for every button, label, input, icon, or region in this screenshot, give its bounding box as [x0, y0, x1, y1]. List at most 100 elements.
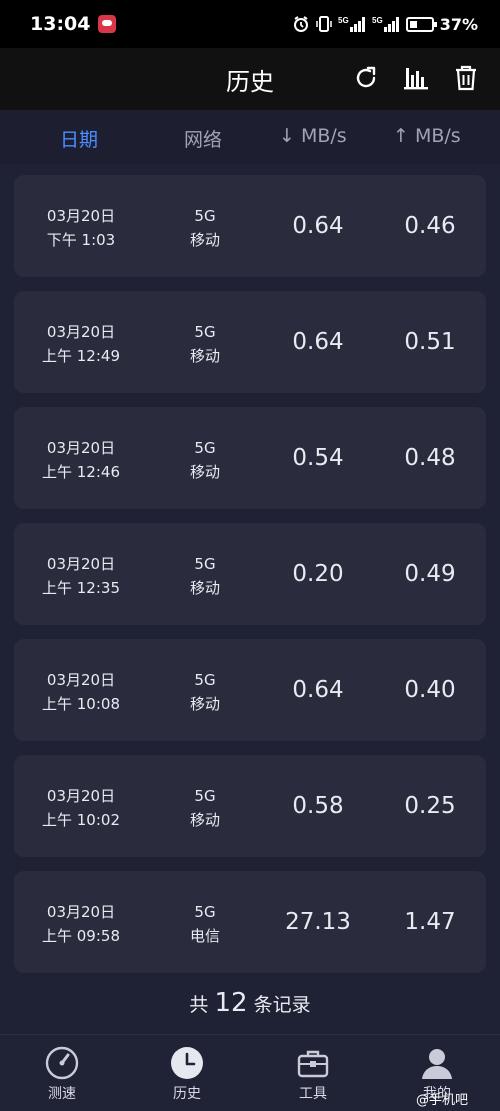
- record-date: 03月20日: [46, 671, 116, 689]
- watermark: @手机吧: [416, 1093, 469, 1108]
- history-record[interactable]: 03月20日 上午 12:46 5G 移动 0.54 0.48: [14, 407, 486, 509]
- record-count-prefix: 共: [189, 994, 209, 1016]
- record-carrier: 电信: [189, 927, 220, 945]
- record-network: 5G 移动: [172, 320, 238, 368]
- record-count-number: 12: [214, 988, 248, 1018]
- record-carrier: 移动: [189, 347, 220, 365]
- carrier-app-icon: [98, 15, 117, 33]
- record-datetime: 03月20日 上午 12:49: [14, 320, 148, 368]
- record-date: 03月20日: [46, 787, 116, 805]
- record-network-type: 5G: [194, 555, 216, 573]
- history-record[interactable]: 03月20日 上午 10:02 5G 移动 0.58 0.25: [14, 755, 486, 857]
- record-time: 上午 10:08: [42, 695, 120, 713]
- status-time: 13:04: [30, 13, 91, 35]
- column-upload[interactable]: ↑ MB/s: [393, 125, 461, 147]
- record-network: 5G 移动: [172, 784, 238, 832]
- record-download: 0.20: [292, 561, 344, 587]
- column-download[interactable]: ↓ MB/s: [279, 125, 347, 147]
- history-record[interactable]: 03月20日 下午 1:03 5G 移动 0.64 0.46: [14, 175, 486, 277]
- record-network: 5G 移动: [172, 204, 238, 252]
- delete-button[interactable]: [450, 62, 482, 94]
- record-network-type: 5G: [194, 323, 216, 341]
- status-left: 13:04: [30, 13, 117, 35]
- record-time: 下午 1:03: [46, 231, 116, 249]
- record-carrier: 移动: [189, 579, 220, 597]
- record-network-type: 5G: [194, 207, 216, 225]
- record-datetime: 03月20日 上午 10:02: [14, 784, 148, 832]
- record-date: 03月20日: [46, 903, 116, 921]
- toolbox-icon: [297, 1050, 329, 1078]
- clock-icon: [171, 1047, 203, 1079]
- record-carrier: 移动: [189, 811, 220, 829]
- record-time: 上午 12:35: [42, 579, 120, 597]
- record-network-type: 5G: [194, 787, 216, 805]
- record-upload: 0.40: [404, 677, 456, 703]
- column-network[interactable]: 网络: [184, 125, 222, 152]
- nav-speedtest[interactable]: 测速: [22, 1045, 102, 1103]
- record-datetime: 03月20日 上午 12:46: [14, 436, 148, 484]
- record-network-type: 5G: [194, 671, 216, 689]
- history-record[interactable]: 03月20日 上午 10:08 5G 移动 0.64 0.40: [14, 639, 486, 741]
- nav-label: 历史: [173, 1086, 201, 1102]
- history-record[interactable]: 03月20日 上午 12:49 5G 移动 0.64 0.51: [14, 291, 486, 393]
- svg-text:5G: 5G: [338, 16, 349, 25]
- refresh-button[interactable]: [350, 62, 382, 94]
- record-upload: 0.25: [404, 793, 456, 819]
- record-upload: 0.46: [404, 213, 456, 239]
- record-upload: 0.48: [404, 445, 456, 471]
- nav-history[interactable]: 历史: [147, 1045, 227, 1103]
- record-network: 5G 移动: [172, 668, 238, 716]
- record-download: 27.13: [285, 909, 351, 935]
- status-bar: 13:04 5G 5G 37%: [0, 0, 500, 48]
- column-headers: 日期 网络 ↓ MB/s ↑ MB/s: [0, 110, 500, 164]
- record-datetime: 03月20日 上午 09:58: [14, 900, 148, 948]
- history-record[interactable]: 03月20日 上午 09:58 5G 电信 27.13 1.47: [14, 871, 486, 973]
- nav-label: 测速: [48, 1086, 76, 1102]
- record-network-type: 5G: [194, 903, 216, 921]
- record-time: 上午 12:49: [42, 347, 120, 365]
- record-network: 5G 移动: [172, 436, 238, 484]
- trash-icon: [456, 65, 476, 91]
- record-datetime: 03月20日 下午 1:03: [14, 204, 148, 252]
- record-time: 上午 09:58: [42, 927, 120, 945]
- nav-label: 工具: [299, 1086, 327, 1102]
- record-time: 上午 10:02: [42, 811, 120, 829]
- history-record[interactable]: 03月20日 上午 12:35 5G 移动 0.20 0.49: [14, 523, 486, 625]
- record-download: 0.64: [292, 213, 344, 239]
- record-count-suffix: 条记录: [253, 994, 311, 1016]
- record-datetime: 03月20日 上午 12:35: [14, 552, 148, 600]
- app-bar: 历史: [0, 48, 500, 110]
- record-download: 0.58: [292, 793, 344, 819]
- speedometer-icon: [45, 1046, 79, 1080]
- status-right: 5G 5G 37%: [292, 15, 478, 34]
- record-download: 0.64: [292, 677, 344, 703]
- record-carrier: 移动: [189, 231, 220, 249]
- vibrate-icon: [315, 15, 332, 33]
- profile-icon: [422, 1049, 452, 1079]
- record-date: 03月20日: [46, 207, 116, 225]
- record-network: 5G 移动: [172, 552, 238, 600]
- history-list: 03月20日 下午 1:03 5G 移动 0.64 0.46 03月20日 上午 12…: [14, 175, 486, 987]
- record-date: 03月20日: [46, 439, 116, 457]
- record-date: 03月20日: [46, 323, 116, 341]
- record-carrier: 移动: [189, 695, 220, 713]
- record-upload: 0.49: [404, 561, 456, 587]
- column-date[interactable]: 日期: [60, 125, 98, 152]
- record-date: 03月20日: [46, 555, 116, 573]
- record-carrier: 移动: [189, 463, 220, 481]
- record-datetime: 03月20日 上午 10:08: [14, 668, 148, 716]
- alarm-icon: [292, 15, 310, 33]
- record-time: 上午 12:46: [42, 463, 120, 481]
- battery-percent: 37%: [439, 14, 478, 34]
- refresh-icon: [356, 66, 376, 88]
- nav-tools[interactable]: 工具: [273, 1045, 353, 1103]
- signal-5g-icon: 5G: [338, 15, 366, 33]
- record-download: 0.54: [292, 445, 344, 471]
- record-count: 共 12 条记录: [0, 988, 500, 1018]
- record-network: 5G 电信: [172, 900, 238, 948]
- svg-text:5G: 5G: [372, 16, 383, 25]
- record-network-type: 5G: [194, 439, 216, 457]
- chart-button[interactable]: [400, 62, 432, 94]
- signal-5g-icon: 5G: [372, 15, 400, 33]
- record-upload: 0.51: [404, 329, 456, 355]
